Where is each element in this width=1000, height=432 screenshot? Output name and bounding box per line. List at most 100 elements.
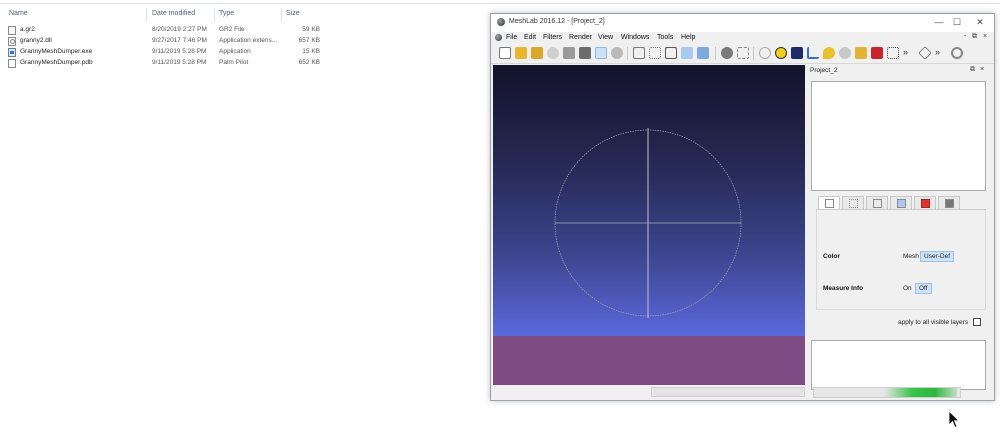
file-date: 9/27/2017 7:46 PM [152,37,207,44]
reload-icon[interactable] [547,47,559,59]
tab-bounding-box[interactable] [818,196,840,209]
color-option-mesh[interactable]: Mesh [903,253,919,260]
file-type: Palm Pilot [219,59,249,66]
mdi-minimize-button[interactable]: - [964,33,966,40]
menu-render[interactable]: Render [569,34,592,41]
title-bar[interactable]: MeshLab 2016.12 - [Project_2] — ☐ ✕ [491,14,994,32]
color-option-user-def[interactable]: User-Def [920,251,955,262]
maximize-button[interactable]: ☐ [946,16,968,28]
menu-file[interactable]: File [506,34,517,41]
menu-edit[interactable]: Edit [524,34,536,41]
file-row-grannymeshdumper-pdb[interactable]: GrannyMeshDumper.pdb 9/11/2019 5:28 PM P… [6,58,336,69]
column-header-size[interactable]: Size [286,10,300,22]
backface-culling-icon[interactable] [759,47,771,59]
menu-tools[interactable]: Tools [657,34,673,41]
column-header-type[interactable]: Type [219,10,234,22]
meshlab-window: MeshLab 2016.12 - [Project_2] — ☐ ✕ File… [490,13,995,401]
snapshot-icon[interactable] [579,47,591,59]
meshlab-logo-icon [497,18,505,26]
manipulators-icon[interactable] [918,46,932,60]
tab-texture[interactable] [914,196,936,209]
select-faces-icon[interactable] [887,47,899,59]
open-project-icon[interactable] [515,47,527,59]
file-row-a-gr2[interactable]: a.gr2 8/20/2019 2:27 PM GR2 File 59 KB [6,25,336,36]
render-tabs [816,196,986,210]
file-name: GrannyMeshDumper.pdb [20,59,93,66]
import-mesh-icon[interactable] [531,47,543,59]
annotation-icon[interactable] [775,47,787,59]
paint-brush-icon[interactable] [855,47,867,59]
file-row-grannymeshdumper-exe[interactable]: GrannyMeshDumper.exe 9/11/2019 5:28 PM A… [6,47,336,58]
render-properties: Color Mesh User-Def Measure Info On Off [816,210,986,310]
layer-panel: Project_2 ⧉ × Color Mesh User-Def Measur… [808,65,992,399]
file-size: 15 KB [302,48,320,55]
close-button[interactable]: ✕ [969,16,991,28]
tab-points[interactable] [842,196,864,209]
measure-option-on[interactable]: On [903,285,912,292]
lighting-icon[interactable] [721,47,733,59]
layers-icon[interactable] [595,47,607,59]
color-paint-icon[interactable] [871,47,883,59]
column-header-date[interactable]: Date modified [152,10,195,22]
measure-icon[interactable] [839,47,851,59]
file-date: 9/11/2019 5:28 PM [152,48,207,55]
axis-icon[interactable] [807,47,819,59]
flat-shading-icon[interactable] [681,47,693,59]
measure-option-off[interactable]: Off [915,283,932,294]
layer-list[interactable] [811,81,986,191]
toolbar-overflow-button-2[interactable]: » [935,47,947,59]
fancy-lighting-icon[interactable] [737,47,749,59]
viewport-scrollbar[interactable] [651,387,805,397]
panel-title: Project_2 [810,67,838,74]
apply-all-label: apply to all visible layers [898,319,969,326]
explorer-top-strip [0,0,1000,4]
smooth-shading-icon[interactable] [697,47,709,59]
column-divider[interactable] [214,8,215,22]
mdi-close-button[interactable]: × [983,33,987,40]
trackball-gizmo[interactable] [493,65,805,385]
file-type: GR2 File [219,26,245,33]
column-header-name[interactable]: Name [9,10,28,22]
file-date: 8/20/2019 2:27 PM [152,26,207,33]
points-icon[interactable] [649,47,661,59]
wireframe-icon[interactable] [665,47,677,59]
dll-icon [8,37,16,46]
export-mesh-icon[interactable] [563,47,575,59]
menu-view[interactable]: View [598,34,613,41]
panel-float-button[interactable]: ⧉ [970,66,975,74]
bounding-box-icon[interactable] [633,47,645,59]
meshlab-logo-icon [495,34,502,41]
menu-help[interactable]: Help [681,34,695,41]
menu-filters[interactable]: Filters [543,34,562,41]
select-vertices-icon[interactable] [823,47,835,59]
toolbar-separator [627,47,628,60]
mdi-restore-button[interactable]: ⧉ [972,33,977,41]
file-date: 9/11/2019 5:28 PM [152,59,207,66]
file-row-granny2-dll[interactable]: granny2.dll 9/27/2017 7:46 PM Applicatio… [6,36,336,47]
menu-bar: File Edit Filters Render View Windows To… [491,32,994,44]
tab-solid[interactable] [890,196,912,209]
texture-icon [921,199,930,208]
texture-icon[interactable] [791,47,803,59]
raster-icon[interactable] [611,47,623,59]
toolbar-separator [715,47,716,60]
log-area[interactable] [811,340,986,390]
menu-windows[interactable]: Windows [621,34,649,41]
new-project-icon[interactable] [499,47,511,59]
tab-extra[interactable] [938,196,960,209]
file-name: GrannyMeshDumper.exe [20,48,93,55]
apply-all-checkbox[interactable] [973,318,981,326]
file-icon [8,59,16,68]
3d-viewport[interactable] [493,65,805,385]
panel-close-button[interactable]: × [980,66,984,73]
column-divider[interactable] [281,8,282,22]
file-type: Application extens... [219,37,278,44]
toolbar-overflow-button[interactable]: » [903,47,915,59]
solid-icon [897,199,906,208]
file-name: granny2.dll [20,37,52,44]
mouse-cursor-icon [948,410,960,429]
column-divider[interactable] [146,8,147,22]
tab-wireframe[interactable] [866,196,888,209]
search-icon[interactable] [951,47,963,59]
property-row-measure-info: Measure Info On Off [817,283,987,295]
